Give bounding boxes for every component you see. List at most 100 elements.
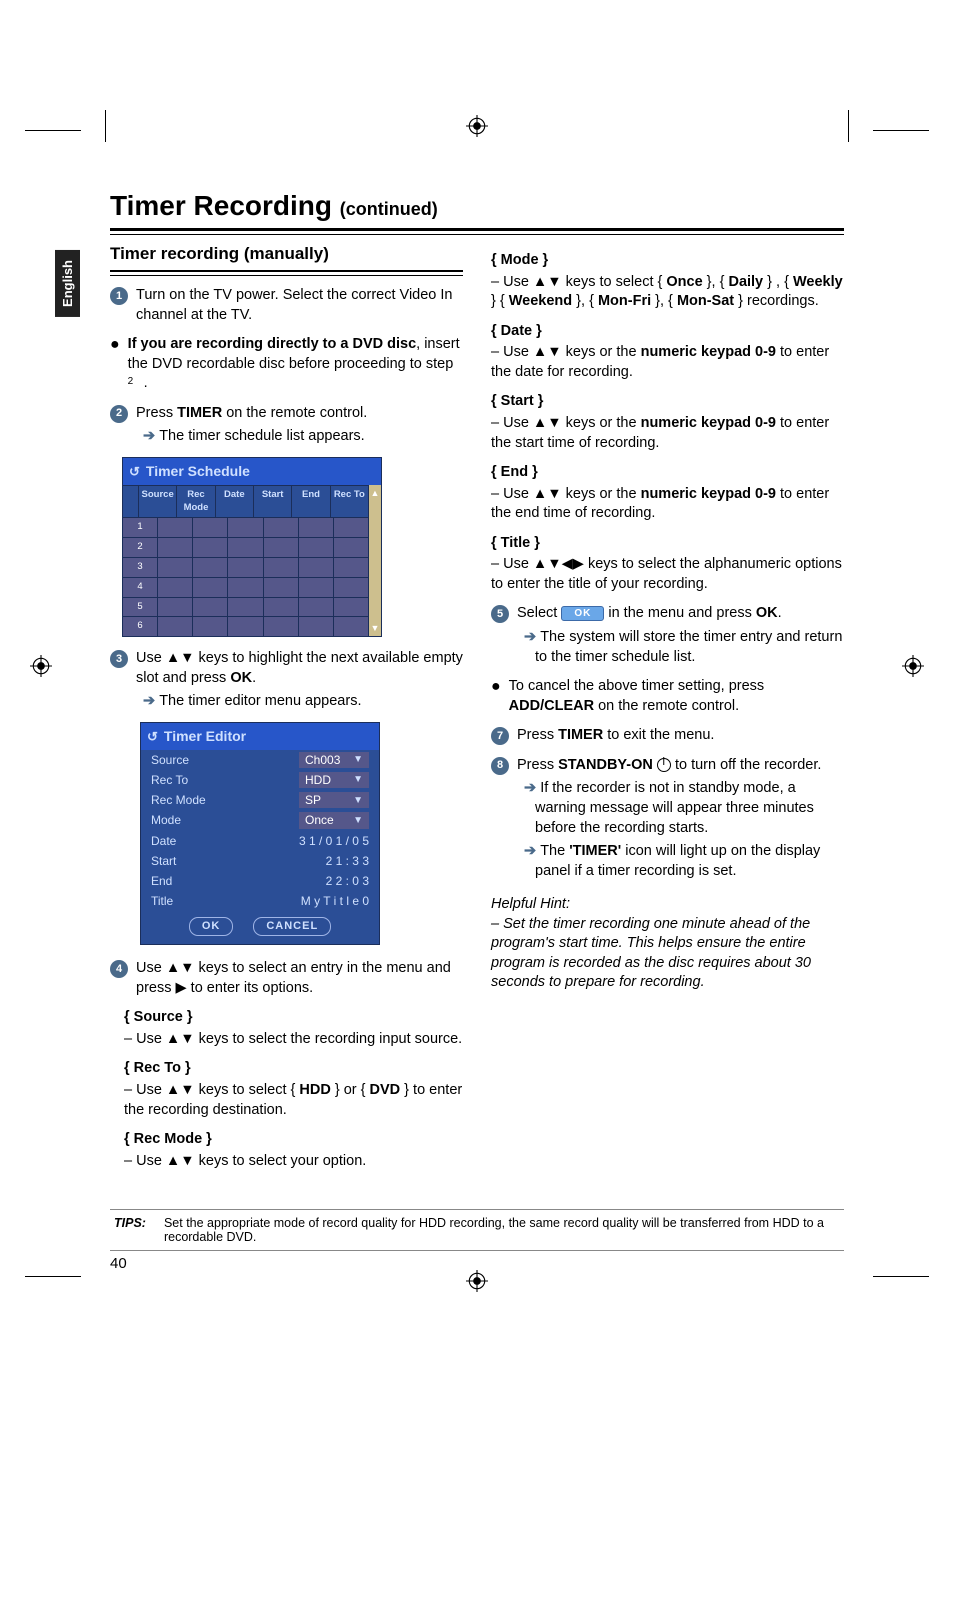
field-desc: – Use ▲▼◀▶ keys to select the alphanumer… — [491, 555, 844, 594]
scroll-up-icon: ▲ — [371, 487, 380, 499]
step-4: 4 Use ▲▼ keys to select an entry in the … — [110, 959, 463, 998]
osd-title-bar: ↺ Timer Editor — [141, 723, 379, 750]
col-header: Date — [216, 486, 254, 518]
result-line: The system will store the timer entry an… — [517, 628, 844, 667]
step-5: 5 Select OK in the menu and press OK. Th… — [491, 604, 844, 667]
field-label: Start — [151, 853, 176, 869]
crop-mark — [848, 110, 849, 142]
field-source: { Source } – Use ▲▼ keys to select the r… — [124, 1008, 463, 1049]
left-column: Timer recording (manually) 1 Turn on the… — [110, 243, 463, 1181]
field-label: Rec Mode — [151, 792, 206, 808]
timer-schedule-osd: ↺ Timer Schedule Source Rec Mode Date St… — [122, 457, 382, 637]
text: Use ▲▼ keys to highlight the next availa… — [136, 650, 463, 686]
row-index: 4 — [123, 578, 158, 597]
row-index: 5 — [123, 598, 158, 617]
step-2: 2 Press TIMER on the remote control. The… — [110, 404, 463, 447]
row-index: 3 — [123, 558, 158, 577]
title-continued: (continued) — [340, 199, 438, 219]
field-value: 2 1 : 3 3 — [326, 853, 369, 869]
tips-label: TIPS: — [110, 1216, 146, 1244]
field-recmode: { Rec Mode } – Use ▲▼ keys to select you… — [124, 1130, 463, 1171]
row-index: 6 — [123, 617, 158, 636]
right-column: { Mode } – Use ▲▼ keys to select { Once … — [491, 243, 844, 1181]
step-text: Press STANDBY-ON to turn off the recorde… — [517, 756, 844, 881]
field-value: 2 2 : 0 3 — [326, 873, 369, 889]
field-label: Source — [151, 752, 189, 768]
field-name: { Rec Mode } — [124, 1130, 463, 1150]
field-label: Title — [151, 893, 173, 909]
crop-mark — [25, 1276, 81, 1277]
table-row: 2 — [123, 537, 369, 557]
scroll-down-icon: ▼ — [371, 622, 380, 634]
step-number-icon: 1 — [110, 287, 128, 305]
osd-title-text: Timer Schedule — [146, 462, 250, 481]
field-desc: – Use ▲▼ keys to select the recording in… — [124, 1030, 463, 1050]
step-number-icon: 5 — [491, 605, 509, 623]
table-row: 6 — [123, 616, 369, 636]
field-name: { Start } — [491, 392, 844, 412]
field-name: { Source } — [124, 1008, 463, 1028]
step-8: 8 Press STANDBY-ON to turn off the recor… — [491, 756, 844, 881]
crop-mark — [25, 130, 81, 131]
row-index: 2 — [123, 538, 158, 557]
registration-mark-icon — [30, 655, 52, 677]
crop-mark — [873, 130, 929, 131]
step-ref-icon: 2 — [128, 375, 144, 391]
text: Press — [136, 405, 177, 421]
table-row: 4 — [123, 577, 369, 597]
editor-row: Date 3 1 / 0 1 / 0 5 — [141, 831, 379, 851]
step-number-icon: 3 — [110, 650, 128, 668]
text-bold: OK — [230, 670, 252, 686]
dropdown-icon: ▼ — [353, 814, 363, 828]
step-number-icon: 7 — [491, 727, 509, 745]
step-text: Press TIMER to exit the menu. — [517, 726, 844, 746]
dropdown-icon: ▼ — [353, 773, 363, 787]
col-header: Start — [254, 486, 292, 518]
content-columns: Timer recording (manually) 1 Turn on the… — [110, 243, 844, 1181]
editor-row: Start 2 1 : 3 3 — [141, 851, 379, 871]
col-header: Source — [139, 486, 177, 518]
text-bold: TIMER — [177, 405, 222, 421]
scroll-bar: ▲ ▼ — [369, 485, 381, 637]
timer-editor-osd: ↺ Timer Editor SourceCh003▼ Rec ToHDD▼ R… — [140, 722, 380, 945]
result-line: The 'TIMER' icon will light up on the di… — [517, 842, 844, 881]
bullet-text: To cancel the above timer setting, press… — [509, 677, 844, 716]
field-value: 3 1 / 0 1 / 0 5 — [299, 833, 369, 849]
editor-row: Title M y T i t l e 0 — [141, 891, 379, 911]
step-text: Press TIMER on the remote control. The t… — [136, 404, 463, 447]
clock-icon: ↺ — [147, 728, 158, 746]
field-label: Date — [151, 833, 176, 849]
tips-text: Set the appropriate mode of record quali… — [164, 1216, 844, 1244]
field-date: { Date } – Use ▲▼ keys or the numeric ke… — [491, 322, 844, 383]
step-number-icon: 4 — [110, 960, 128, 978]
title-text: Timer Recording — [110, 190, 332, 221]
registration-mark-icon — [466, 115, 488, 137]
field-desc: – Use ▲▼ keys or the numeric keypad 0-9 … — [491, 414, 844, 453]
crop-mark — [873, 1276, 929, 1277]
dropdown-icon: ▼ — [353, 794, 363, 808]
field-desc: – Use ▲▼ keys to select { HDD } or { DVD… — [124, 1081, 463, 1120]
table-row: 5 — [123, 597, 369, 617]
field-label: Mode — [151, 812, 181, 828]
divider — [110, 228, 844, 235]
divider — [110, 270, 463, 276]
crop-mark — [105, 110, 106, 142]
ok-pill-icon: OK — [561, 606, 604, 622]
power-icon — [657, 758, 671, 772]
field-value: HDD▼ — [299, 772, 369, 788]
text: . — [252, 670, 256, 686]
osd-ok-button: OK — [189, 917, 234, 936]
step-text: Use ▲▼ keys to select an entry in the me… — [136, 959, 463, 998]
language-tab: English — [55, 250, 80, 317]
field-desc: – Use ▲▼ keys or the numeric keypad 0-9 … — [491, 343, 844, 382]
registration-mark-icon — [466, 1270, 488, 1292]
field-value: M y T i t l e 0 — [301, 893, 369, 909]
step-text: Select OK in the menu and press OK. The … — [517, 604, 844, 667]
field-title: { Title } – Use ▲▼◀▶ keys to select the … — [491, 534, 844, 595]
result-line: The timer schedule list appears. — [136, 427, 463, 447]
osd-cancel-button: CANCEL — [253, 917, 331, 936]
text: on the remote control. — [222, 405, 367, 421]
bullet-item: ● To cancel the above timer setting, pre… — [491, 677, 844, 716]
osd-title-text: Timer Editor — [164, 727, 246, 746]
col-header: Rec Mode — [177, 486, 215, 518]
